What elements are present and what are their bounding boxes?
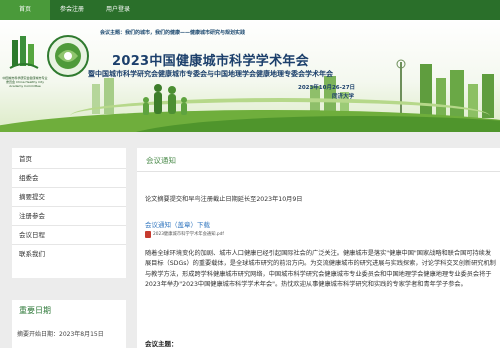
sidebar-menu: 首页 组委会 摘要提交 注册参会 会议日程 联系我们: [12, 148, 126, 278]
sidebar-item-schedule[interactable]: 会议日程: [12, 226, 126, 245]
notice-header: 会议通知: [137, 148, 500, 172]
family-silhouette-illustration: [143, 84, 187, 115]
theme-label: 会议主题：: [100, 30, 126, 36]
notice-panel: 会议通知 论文摘要提交和早鸟注册截止日期延长至2023年10月9日 会议通知（盖…: [137, 148, 500, 348]
conference-subtitle: 暨中国城市科学研究会健康城市专委会与中国地理学会健康地理专委会学术年会: [88, 70, 333, 78]
conference-venue: 同济大学: [332, 94, 355, 100]
sidebar-item-registration[interactable]: 注册参会: [12, 207, 126, 226]
theme-text: 我们的城市，我们的健康——健康城市研究与规划实践: [125, 30, 246, 36]
conference-date: 2023年10月26-27日: [298, 85, 356, 91]
sidebar-item-contact[interactable]: 联系我们: [12, 245, 126, 264]
attachment-file-name[interactable]: 2023健康城市科学学术年会通知.pdf: [153, 231, 224, 237]
sidebar-item-abstract-submission[interactable]: 摘要提交: [12, 188, 126, 207]
notice-body-text: 随着全球环境变化的加剧、城市人口健康已经引起国际社会的广泛关注。健康城市是落实"…: [145, 250, 496, 289]
notice-download-link[interactable]: 会议通知（盖章）下载: [145, 219, 210, 229]
conference-title: 2023中国健康城市科学学术年会: [112, 54, 309, 69]
deadline-extension-notice: 论文摘要提交和早鸟注册截止日期延长至2023年10月9日: [145, 196, 303, 203]
conference-theme: 会议主题：我们的城市，我们的健康——健康城市研究与规划实践: [100, 29, 245, 36]
theme-section-label: 会议主题：: [145, 340, 178, 348]
sidebar-item-committee[interactable]: 组委会: [12, 169, 126, 188]
sidebar-item-home[interactable]: 首页: [12, 150, 126, 169]
top-nav: 首页 参会注册 用户登录: [0, 0, 500, 20]
notice-title: 会议通知: [146, 156, 176, 165]
tab-home[interactable]: 首页: [0, 0, 50, 20]
pdf-file-icon: [145, 231, 151, 238]
tab-register[interactable]: 参会注册: [50, 0, 94, 20]
important-dates-title: 重要日期: [19, 306, 51, 315]
important-dates-panel: 重要日期 摘要开始日期：2023年8月15日: [12, 300, 126, 348]
committee-logo-caption: 中国城市科学研究会健康城市专业委员会 China Healthy City Ac…: [2, 76, 48, 88]
healthy-city-committee-logo: [9, 36, 39, 69]
geography-society-seal-logo: [47, 35, 89, 77]
conference-banner: 中国城市科学研究会健康城市专业委员会 China Healthy City Ac…: [0, 20, 500, 132]
abstract-start-date: 摘要开始日期：2023年8月15日: [17, 331, 104, 338]
tab-login[interactable]: 用户登录: [94, 0, 142, 20]
